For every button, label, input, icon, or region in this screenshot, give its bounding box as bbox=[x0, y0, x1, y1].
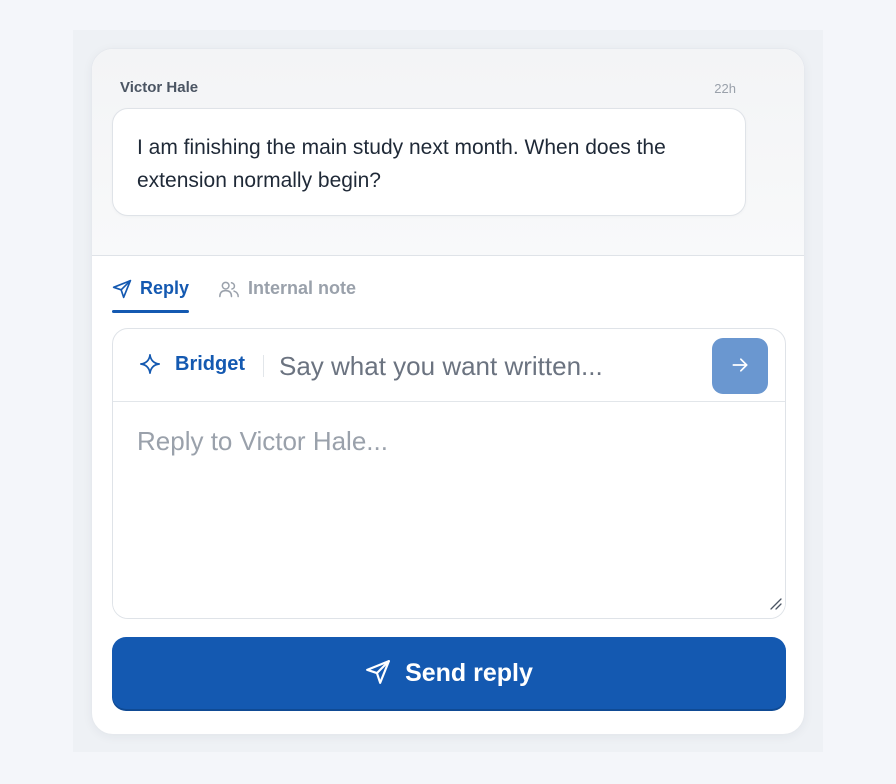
tab-reply[interactable]: Reply bbox=[112, 264, 190, 313]
conversation-card: Victor Hale 22h I am finishing the main … bbox=[91, 48, 805, 735]
message-timestamp: 22h bbox=[714, 81, 736, 96]
tab-internal-note-label: Internal note bbox=[248, 278, 357, 298]
reply-composer: Bridget bbox=[112, 328, 786, 619]
assistant-divider bbox=[263, 355, 264, 377]
users-icon bbox=[218, 279, 240, 299]
assistant-prompt-input[interactable] bbox=[279, 345, 699, 387]
message-bubble: I am finishing the main study next month… bbox=[112, 108, 746, 216]
assistant-send-button[interactable] bbox=[712, 338, 768, 394]
send-reply-button[interactable]: Send reply bbox=[112, 637, 786, 709]
resize-handle-icon[interactable] bbox=[768, 596, 782, 615]
send-reply-label: Send reply bbox=[405, 658, 533, 687]
message-author: Victor Hale bbox=[120, 79, 199, 96]
tab-reply-label: Reply bbox=[140, 278, 190, 298]
composer-tabs: Reply Internal note bbox=[112, 264, 786, 314]
assistant-bar: Bridget bbox=[113, 329, 785, 402]
assistant-name: Bridget bbox=[175, 353, 245, 375]
message-thread: Victor Hale 22h I am finishing the main … bbox=[92, 49, 804, 256]
tab-internal-note[interactable]: Internal note bbox=[218, 264, 356, 313]
arrow-right-icon bbox=[730, 355, 750, 378]
reply-textarea[interactable] bbox=[113, 402, 785, 618]
paper-plane-icon bbox=[112, 279, 132, 299]
sparkle-icon bbox=[139, 353, 161, 380]
paper-plane-icon bbox=[365, 659, 391, 688]
